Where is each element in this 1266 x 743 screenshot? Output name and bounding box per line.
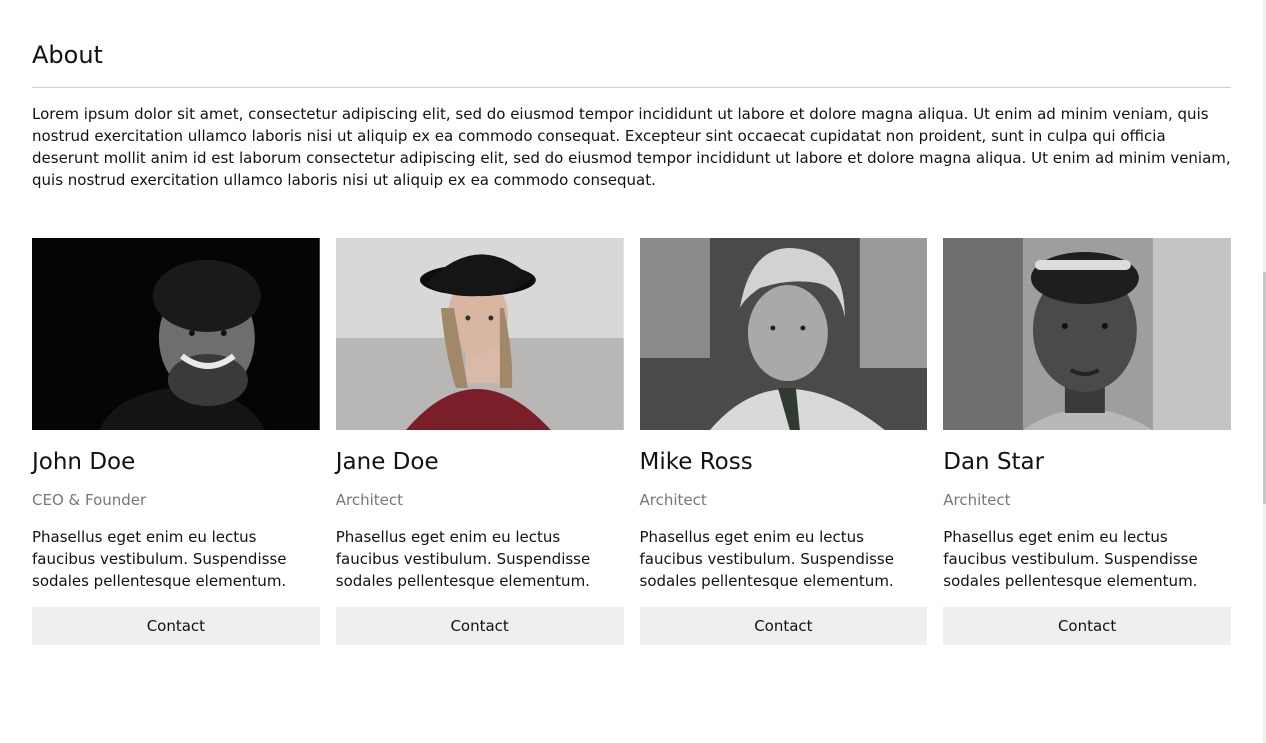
title-divider	[32, 87, 1231, 88]
member-name: Jane Doe	[335, 449, 439, 475]
member-role: Architect	[639, 491, 707, 509]
team-card-dan-star: Dan Star Architect Phasellus eget enim e…	[943, 238, 1231, 645]
about-title: About	[32, 41, 103, 69]
john-doe-photo	[32, 238, 320, 430]
page: About Lorem ipsum dolor sit amet, consec…	[0, 0, 1266, 743]
member-role: Architect	[335, 491, 404, 509]
team-card-mike-ross: Mike Ross Architect Phasellus eget enim …	[639, 238, 928, 645]
contact-button[interactable]: Contact	[335, 607, 624, 645]
member-role: Architect	[943, 491, 1011, 509]
team-grid: John Doe CEO & Founder Phasellus eget en…	[32, 238, 1231, 645]
member-role: CEO & Founder	[32, 491, 147, 509]
member-name: Dan Star	[943, 449, 1045, 475]
team-card-john-doe: John Doe CEO & Founder Phasellus eget en…	[32, 238, 320, 645]
about-text: Lorem ipsum dolor sit amet, consectetur …	[32, 105, 1231, 189]
member-name: Mike Ross	[639, 449, 753, 475]
member-bio: Phasellus eget enim eu lectus faucibus v…	[335, 528, 591, 590]
contact-button[interactable]: Contact	[32, 607, 320, 645]
member-bio: Phasellus eget enim eu lectus faucibus v…	[639, 528, 894, 590]
member-bio: Phasellus eget enim eu lectus faucibus v…	[32, 528, 287, 590]
mike-ross-photo	[639, 238, 928, 430]
dan-star-photo	[943, 238, 1231, 430]
contact-button[interactable]: Contact	[943, 607, 1231, 645]
member-bio: Phasellus eget enim eu lectus faucibus v…	[943, 528, 1198, 590]
jane-doe-photo	[335, 238, 624, 430]
team-card-jane-doe: Jane Doe Architect Phasellus eget enim e…	[335, 238, 624, 645]
member-name: John Doe	[32, 449, 136, 475]
contact-button[interactable]: Contact	[639, 607, 928, 645]
about-section: About Lorem ipsum dolor sit amet, consec…	[32, 0, 1231, 645]
